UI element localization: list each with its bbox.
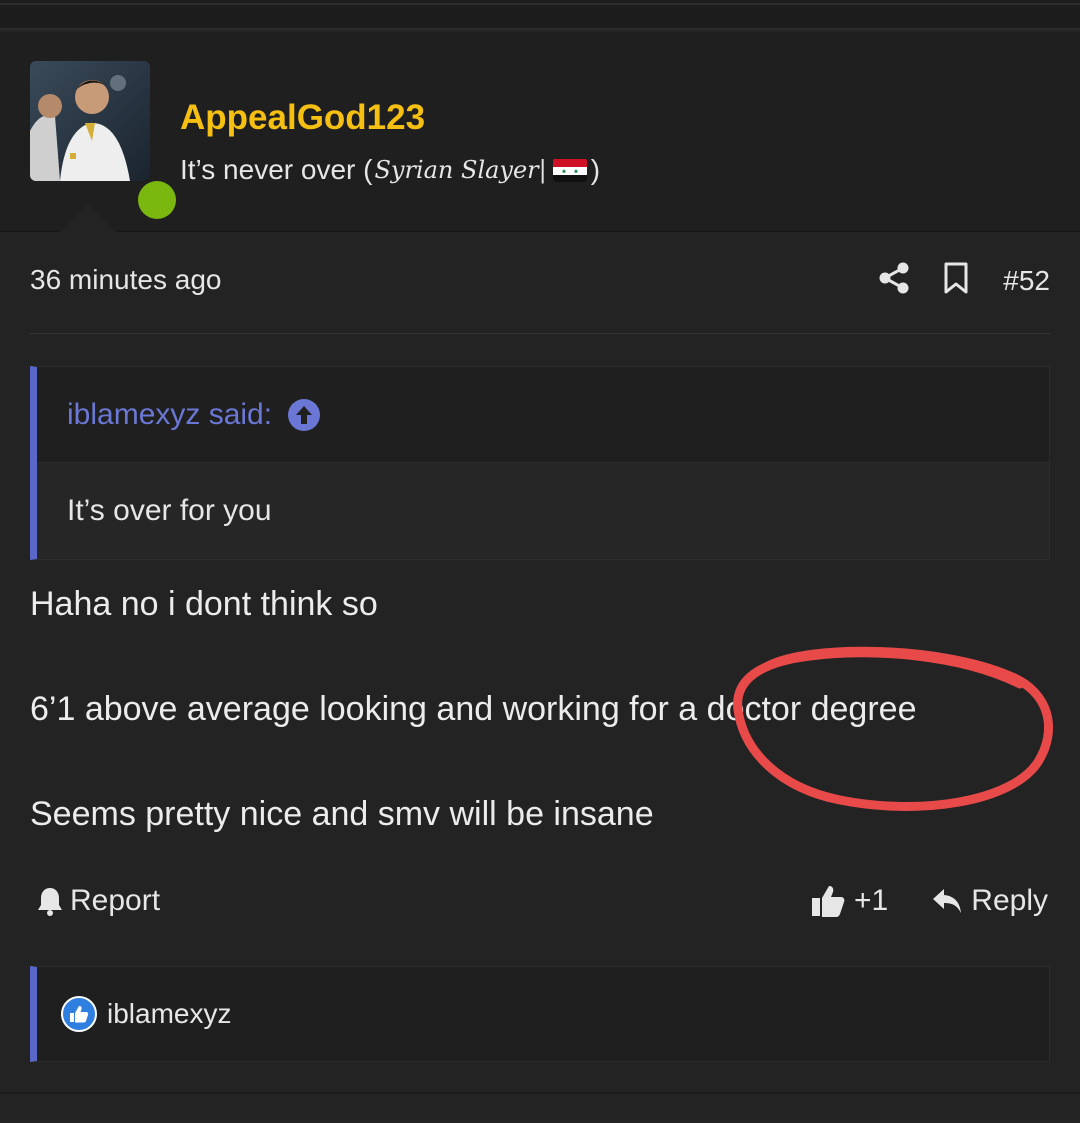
post-user-header: AppealGod123 It’s never over ( Syrian Sl… — [0, 32, 1080, 233]
post-body-line: Haha no i dont think so — [30, 585, 378, 623]
post-bottom-edge — [0, 1092, 1080, 1094]
syria-flag-icon — [552, 158, 587, 182]
bell-icon — [38, 888, 62, 916]
red-circle-annotation — [733, 646, 1054, 811]
user-title-suffix: ) — [590, 154, 601, 185]
username[interactable]: AppealGod123 — [180, 98, 425, 138]
quote-text: It’s over for you — [67, 494, 272, 527]
like-reaction-icon — [61, 996, 97, 1032]
report-button[interactable]: Report — [36, 884, 160, 918]
post-meta-actions: #52 — [879, 262, 1050, 299]
reply-label: Reply — [971, 884, 1048, 917]
like-button[interactable]: +1 — [810, 884, 888, 918]
thread-post-page: AppealGod123 It’s never over ( Syrian Sl… — [0, 0, 1080, 1123]
reactions-bar[interactable]: iblamexyz — [30, 966, 1050, 1062]
report-label: Report — [70, 884, 161, 917]
share-icon[interactable] — [879, 262, 909, 299]
avatar[interactable] — [30, 61, 150, 181]
quote-header: iblamexyz said: — [37, 367, 1049, 463]
post-body-line: Seems pretty nice and smv will be insane — [30, 795, 654, 833]
user-title: It’s never over ( Syrian Slayer| ) — [180, 154, 600, 186]
jump-to-quote-icon[interactable] — [288, 398, 321, 431]
reaction-user[interactable]: iblamexyz — [107, 998, 231, 1030]
post-number-link[interactable]: #52 — [1003, 265, 1050, 297]
reply-arrow-icon — [933, 889, 962, 913]
like-count: +1 — [854, 884, 889, 917]
quote-author-link[interactable]: iblamexyz said: — [67, 398, 272, 432]
reply-button[interactable]: Reply — [931, 884, 1048, 918]
bookmark-icon[interactable] — [943, 262, 969, 299]
avatar-container — [30, 61, 180, 223]
user-title-prefix: It’s never over ( — [180, 154, 373, 185]
header-pointer — [58, 203, 118, 233]
quote-block: iblamexyz said: It’s over for you — [30, 366, 1050, 560]
user-title-script: Syrian Slayer| — [374, 156, 547, 184]
quote-content: It’s over for you — [37, 463, 1049, 559]
post-timestamp[interactable]: 36 minutes ago — [30, 264, 221, 296]
online-status-indicator — [134, 177, 180, 223]
post-body-line: 6’1 above average looking and working fo… — [30, 690, 917, 728]
previous-post-edge — [0, 0, 1080, 30]
meta-divider — [30, 333, 1050, 334]
thumbs-up-icon — [812, 886, 845, 917]
